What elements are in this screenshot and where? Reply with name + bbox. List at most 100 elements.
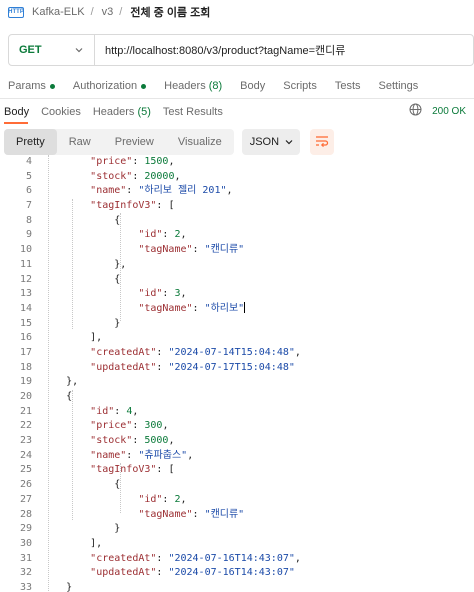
code-text: "id": 3, bbox=[138, 288, 187, 300]
line-number: 16 bbox=[19, 332, 32, 344]
line-number: 24 bbox=[19, 449, 32, 461]
view-pretty[interactable]: Pretty bbox=[4, 129, 57, 155]
line-number: 18 bbox=[19, 361, 32, 373]
code-line: 11 }, bbox=[0, 258, 474, 273]
code-line: 13 "id": 3, bbox=[0, 287, 474, 302]
code-text: "createdAt": "2024-07-16T14:43:07", bbox=[90, 552, 301, 564]
breadcrumb-folder[interactable]: v3 bbox=[102, 6, 114, 18]
code-text: } bbox=[42, 317, 121, 329]
http-icon: HTTP bbox=[8, 6, 24, 18]
code-line: 25 "tagInfoV3": [ bbox=[0, 463, 474, 478]
response-tab-test-results[interactable]: Test Results bbox=[163, 106, 223, 118]
wrap-lines-icon bbox=[315, 135, 329, 150]
line-number: 23 bbox=[19, 435, 32, 447]
breadcrumb-separator: / bbox=[90, 6, 94, 18]
format-select[interactable]: JSON bbox=[241, 129, 300, 155]
code-text: "tagName": "캔디류" bbox=[138, 508, 245, 520]
line-number: 5 bbox=[25, 170, 32, 182]
code-line: 27 "id": 2, bbox=[0, 493, 474, 508]
method-label: GET bbox=[19, 44, 42, 56]
code-line: 15 } bbox=[0, 317, 474, 332]
breadcrumb-separator: / bbox=[119, 6, 123, 18]
code-text: "stock": 20000, bbox=[90, 170, 181, 182]
line-number: 27 bbox=[19, 493, 32, 505]
code-text: { bbox=[42, 479, 121, 491]
code-text: "updatedAt": "2024-07-16T14:43:07" bbox=[90, 567, 295, 579]
globe-icon[interactable] bbox=[409, 103, 422, 119]
code-line: 16 ], bbox=[0, 331, 474, 346]
view-raw[interactable]: Raw bbox=[57, 129, 103, 155]
code-line: 26 { bbox=[0, 478, 474, 493]
code-text: ], bbox=[42, 537, 103, 549]
line-number: 25 bbox=[19, 464, 32, 476]
code-line: 14 "tagName": "하리보" bbox=[0, 302, 474, 317]
response-tab-body[interactable]: Body bbox=[4, 106, 29, 118]
tab-tests[interactable]: Tests bbox=[335, 80, 361, 92]
code-text: { bbox=[42, 214, 121, 226]
tab-settings[interactable]: Settings bbox=[379, 80, 419, 92]
line-number: 28 bbox=[19, 508, 32, 520]
code-text: "id": 2, bbox=[138, 229, 187, 241]
response-tabs: Body Cookies Headers (5) Test Results bbox=[0, 102, 474, 122]
line-number: 29 bbox=[19, 523, 32, 535]
code-line: 9 "id": 2, bbox=[0, 228, 474, 243]
code-line: 6 "name": "하리보 젤리 201", bbox=[0, 184, 474, 199]
line-number: 6 bbox=[25, 185, 32, 197]
request-name[interactable]: 전체 중 이름 조회 bbox=[130, 4, 210, 20]
line-number: 11 bbox=[19, 258, 32, 270]
code-text: "createdAt": "2024-07-14T15:04:48", bbox=[90, 346, 301, 358]
tab-headers[interactable]: Headers (8) bbox=[164, 80, 222, 92]
url-input[interactable]: http://localhost:8080/v3/product?tagName… bbox=[95, 42, 345, 58]
method-select[interactable]: GET bbox=[9, 35, 95, 65]
active-dot-icon bbox=[141, 83, 147, 89]
tab-body[interactable]: Body bbox=[240, 80, 265, 92]
code-line: 29 } bbox=[0, 522, 474, 537]
line-number: 30 bbox=[19, 537, 32, 549]
code-line: 19 }, bbox=[0, 375, 474, 390]
code-line: 31 "createdAt": "2024-07-16T14:43:07", bbox=[0, 552, 474, 567]
code-line: 33 } bbox=[0, 581, 474, 592]
code-line: 10 "tagName": "캔디류" bbox=[0, 243, 474, 258]
response-tab-cookies[interactable]: Cookies bbox=[41, 106, 81, 118]
code-line: 21 "id": 4, bbox=[0, 405, 474, 420]
tab-params[interactable]: Params bbox=[8, 80, 55, 92]
line-number: 21 bbox=[19, 405, 32, 417]
line-number: 31 bbox=[19, 552, 32, 564]
chevron-down-icon bbox=[74, 45, 84, 55]
line-number: 14 bbox=[19, 302, 32, 314]
breadcrumb-collection[interactable]: Kafka-ELK bbox=[32, 6, 85, 18]
line-number: 17 bbox=[19, 346, 32, 358]
code-text: "tagName": "캔디류" bbox=[138, 244, 245, 256]
code-text: } bbox=[42, 523, 121, 535]
line-number: 9 bbox=[25, 229, 32, 241]
code-text: "name": "하리보 젤리 201", bbox=[90, 185, 233, 197]
line-number: 32 bbox=[19, 567, 32, 579]
code-line: 7 "tagInfoV3": [ bbox=[0, 199, 474, 214]
code-text: "price": 300, bbox=[90, 420, 169, 432]
tab-authorization[interactable]: Authorization bbox=[73, 80, 147, 92]
response-tab-headers[interactable]: Headers (5) bbox=[93, 106, 151, 118]
response-meta: 200 OK bbox=[409, 103, 466, 119]
view-preview[interactable]: Preview bbox=[103, 129, 166, 155]
line-number: 22 bbox=[19, 420, 32, 432]
code-line: 28 "tagName": "캔디류" bbox=[0, 508, 474, 523]
response-body-editor[interactable]: 4 "price": 1500, 5 "stock": 20000, 6 "name… bbox=[0, 155, 474, 592]
code-line: 32 "updatedAt": "2024-07-16T14:43:07" bbox=[0, 566, 474, 581]
view-visualize[interactable]: Visualize bbox=[166, 129, 234, 155]
wrap-lines-button[interactable] bbox=[309, 129, 334, 155]
code-text: "name": "츄파춥스", bbox=[90, 449, 194, 461]
code-line: 8 { bbox=[0, 214, 474, 229]
code-line: 5 "stock": 20000, bbox=[0, 170, 474, 185]
code-text: ], bbox=[42, 332, 103, 344]
line-number: 4 bbox=[25, 156, 32, 167]
code-text: "id": 4, bbox=[90, 405, 139, 417]
tab-scripts[interactable]: Scripts bbox=[283, 80, 317, 92]
code-text: } bbox=[42, 581, 73, 592]
code-line: 30 ], bbox=[0, 537, 474, 552]
line-number: 20 bbox=[19, 391, 32, 402]
code-text: "tagInfoV3": [ bbox=[90, 464, 175, 476]
code-text: "id": 2, bbox=[138, 493, 187, 505]
code-text: }, bbox=[42, 376, 79, 388]
status-badge[interactable]: 200 OK bbox=[432, 106, 466, 117]
breadcrumb: HTTP Kafka-ELK / v3 / 전체 중 이름 조회 bbox=[0, 0, 474, 24]
